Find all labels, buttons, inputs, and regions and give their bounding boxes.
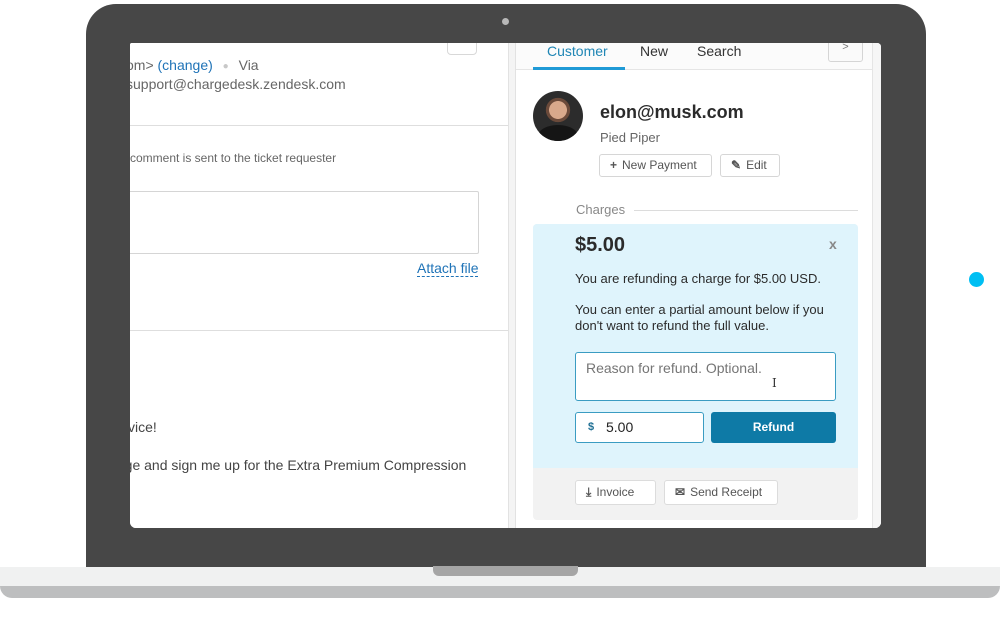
partial-refund-message: You can enter a partial amount below if … bbox=[575, 302, 824, 333]
refund-amount-input[interactable]: $ 5.00 bbox=[575, 412, 704, 443]
laptop-base-shadow bbox=[0, 586, 1000, 598]
divider bbox=[130, 125, 508, 126]
chargedesk-sidebar: Customer New Search > elon@musk.com Pied… bbox=[516, 43, 881, 528]
decorative-dot bbox=[969, 272, 984, 287]
invoice-button[interactable]: ⤓ Invoice bbox=[575, 480, 656, 505]
invoice-label: Invoice bbox=[596, 485, 635, 499]
charges-divider bbox=[634, 210, 858, 211]
plus-icon: + bbox=[610, 158, 618, 172]
pane-splitter[interactable] bbox=[508, 43, 516, 528]
refund-card: $5.00 x You are refunding a charge for $… bbox=[533, 224, 858, 520]
close-icon[interactable]: x bbox=[829, 236, 837, 252]
tab-bar: Customer New Search > bbox=[516, 43, 872, 70]
toolbar-corner-button[interactable] bbox=[447, 43, 477, 55]
customer-email: elon@musk.com bbox=[600, 102, 744, 122]
next-button[interactable]: > bbox=[828, 43, 863, 62]
requester-email-fragment: om> bbox=[130, 57, 154, 73]
refund-amount-value: 5.00 bbox=[606, 419, 634, 435]
message-text-line: vice! bbox=[130, 419, 157, 435]
refund-panel: $5.00 x You are refunding a charge for $… bbox=[533, 224, 858, 468]
new-payment-label: New Payment bbox=[622, 158, 697, 172]
ticket-pane: om> (change) ● Via support@chargedesk.ze… bbox=[130, 43, 508, 528]
attach-file-link[interactable]: Attach file bbox=[417, 260, 479, 277]
charge-amount: $5.00 bbox=[575, 234, 626, 256]
refund-reason-input[interactable] bbox=[575, 352, 836, 401]
send-receipt-button[interactable]: ✉ Send Receipt bbox=[664, 480, 778, 505]
currency-symbol: $ bbox=[588, 421, 595, 433]
tab-new[interactable]: New bbox=[640, 43, 668, 70]
screen: om> (change) ● Via support@chargedesk.ze… bbox=[130, 43, 881, 528]
customer-company: Pied Piper bbox=[600, 130, 660, 145]
comment-textarea[interactable] bbox=[130, 191, 479, 254]
charges-heading: Charges bbox=[576, 202, 626, 217]
public-comment-note: comment is sent to the ticket requester bbox=[130, 151, 337, 165]
refund-message: You are refunding a charge for $5.00 USD… bbox=[575, 271, 821, 286]
edit-label: Edit bbox=[746, 158, 767, 172]
via-line: om> (change) ● Via bbox=[130, 57, 259, 73]
camera-dot bbox=[502, 18, 509, 25]
send-receipt-label: Send Receipt bbox=[690, 485, 763, 499]
tab-customer[interactable]: Customer bbox=[533, 43, 625, 70]
separator-dot: ● bbox=[222, 61, 229, 72]
text-cursor-icon: I bbox=[772, 376, 777, 390]
tab-search[interactable]: Search bbox=[697, 43, 741, 70]
edit-button[interactable]: ✎ Edit bbox=[720, 154, 780, 177]
sidebar-scrollbar[interactable] bbox=[872, 43, 881, 528]
avatar-shirt bbox=[538, 125, 578, 141]
message-text-line: rge and sign me up for the Extra Premium… bbox=[130, 457, 467, 473]
refund-button[interactable]: Refund bbox=[711, 412, 836, 443]
divider bbox=[130, 330, 508, 331]
envelope-icon: ✉ bbox=[675, 485, 686, 499]
pencil-icon: ✎ bbox=[731, 158, 742, 172]
change-link[interactable]: (change) bbox=[158, 57, 213, 73]
laptop-notch bbox=[433, 566, 578, 576]
support-email: support@chargedesk.zendesk.com bbox=[130, 76, 346, 92]
download-icon: ⤓ bbox=[586, 485, 592, 499]
avatar bbox=[533, 91, 583, 141]
new-payment-button[interactable]: + New Payment bbox=[599, 154, 712, 177]
via-label: Via bbox=[238, 57, 259, 73]
